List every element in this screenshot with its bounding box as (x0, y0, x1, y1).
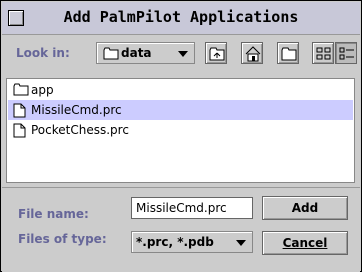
folder-icon (103, 47, 119, 60)
look-in-select[interactable]: data (96, 42, 195, 64)
folder-icon (13, 83, 29, 96)
file-list[interactable]: app MissileCmd.prc PocketChess.prc (6, 78, 355, 183)
new-folder-button[interactable] (277, 42, 299, 64)
add-button[interactable]: Add (262, 196, 348, 220)
list-item[interactable]: app (8, 80, 353, 100)
file-name-label: File name: (18, 207, 89, 221)
chevron-down-icon (236, 240, 246, 246)
chevron-down-icon (178, 51, 188, 57)
file-icon (13, 103, 26, 118)
list-view-icon (316, 47, 331, 60)
list-item[interactable]: PocketChess.prc (8, 120, 353, 140)
up-folder-button[interactable] (205, 42, 227, 64)
look-in-label: Look in: (16, 46, 70, 60)
home-icon (245, 46, 261, 62)
details-view-button[interactable] (335, 42, 357, 64)
file-dialog: Add PalmPilot Applications Look in: data (0, 0, 362, 272)
details-view-icon (339, 47, 354, 60)
file-name: app (31, 83, 54, 97)
file-name: MissileCmd.prc (31, 103, 122, 117)
new-folder-icon (281, 47, 297, 61)
file-name-value: MissileCmd.prc (136, 201, 227, 215)
list-view-button[interactable] (312, 42, 334, 64)
look-in-value: data (121, 46, 152, 60)
home-button[interactable] (241, 42, 263, 64)
file-type-value: *.prc, *.pdb (136, 235, 214, 249)
file-type-select[interactable]: *.prc, *.pdb (131, 231, 253, 253)
title-bar[interactable]: Add PalmPilot Applications (2, 2, 360, 35)
file-name-input[interactable]: MissileCmd.prc (131, 197, 253, 219)
list-item[interactable]: MissileCmd.prc (8, 100, 353, 120)
file-type-label: Files of type: (18, 232, 107, 246)
cancel-button[interactable]: Cancel (262, 231, 348, 255)
up-folder-icon (209, 47, 225, 61)
file-icon (13, 123, 26, 138)
dialog-title: Add PalmPilot Applications (63, 8, 299, 26)
file-name: PocketChess.prc (31, 123, 129, 137)
